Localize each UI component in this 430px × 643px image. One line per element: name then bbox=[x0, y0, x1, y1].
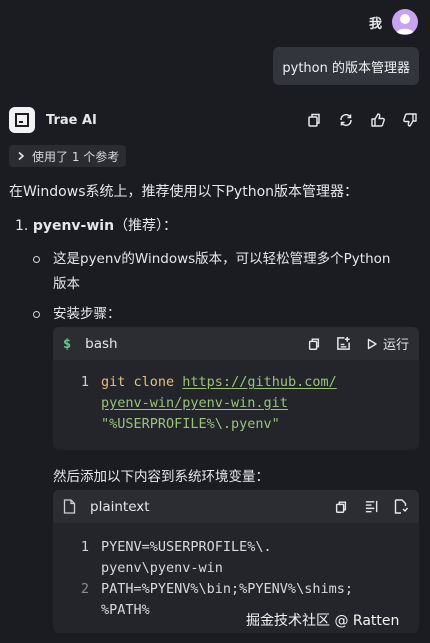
line-number: 1 bbox=[80, 374, 89, 390]
copy-code-icon[interactable] bbox=[333, 499, 349, 515]
references-toggle[interactable]: 使用了 1 个参考 bbox=[9, 145, 127, 167]
code-tools: 运行 bbox=[306, 334, 409, 353]
code-language: plaintext bbox=[90, 498, 150, 515]
regenerate-icon[interactable] bbox=[337, 111, 355, 129]
trae-logo-icon bbox=[9, 107, 35, 133]
code-block-header: plaintext bbox=[53, 490, 419, 523]
user-message-text: python 的版本管理器 bbox=[282, 60, 410, 76]
thumbs-up-icon[interactable] bbox=[369, 111, 387, 129]
item-suffix: （推荐）： bbox=[114, 218, 178, 234]
references-label: 使用了 1 个参考 bbox=[32, 149, 120, 164]
code-line-wrap: pyenv-win/pyenv-win.git bbox=[53, 393, 419, 414]
user-message-bubble: python 的版本管理器 bbox=[273, 47, 419, 85]
code-url[interactable]: https://github.com/ bbox=[182, 374, 336, 390]
copy-icon[interactable] bbox=[305, 111, 323, 129]
bullet-1-text: 这是pyenv的Windows版本，可以轻松管理多个Python 版本 bbox=[53, 247, 413, 297]
user-name: 我 bbox=[368, 16, 382, 32]
code-line-wrap: pyenv\pyenv-win bbox=[53, 558, 419, 579]
copy-code-icon[interactable] bbox=[306, 336, 322, 352]
user-header: 我 bbox=[369, 9, 418, 35]
code-text: pyenv\pyenv-win bbox=[101, 560, 223, 576]
insert-code-icon[interactable] bbox=[336, 336, 352, 352]
code-language: bash bbox=[85, 335, 118, 352]
assistant-header: Trae AI bbox=[9, 106, 419, 134]
chevron-right-icon bbox=[18, 151, 25, 161]
assistant-actions bbox=[305, 111, 419, 129]
apply-file-icon[interactable] bbox=[393, 499, 409, 515]
intro-text: 在Windows系统上，推荐使用以下Python版本管理器： bbox=[9, 184, 359, 200]
file-icon bbox=[63, 499, 76, 514]
bullet-2-text: 安装步骤： bbox=[53, 306, 121, 322]
list-number: 1. bbox=[15, 218, 29, 234]
line-number: 2 bbox=[80, 581, 89, 597]
code-line: 2 PATH=%PYENV%\bin;%PYENV%\shims; bbox=[53, 579, 419, 600]
user-avatar[interactable] bbox=[392, 9, 418, 35]
code-content: 1 git clone https://github.com/ pyenv-wi… bbox=[53, 360, 419, 435]
code-text: %PATH% bbox=[101, 602, 150, 618]
code-argument: "%USERPROFILE%\.pyenv" bbox=[101, 416, 280, 432]
insert-at-cursor-icon[interactable] bbox=[363, 499, 379, 515]
bullet-1-line-1: 这是pyenv的Windows版本，可以轻松管理多个Python bbox=[53, 251, 391, 267]
code-line: 1 git clone https://github.com/ bbox=[53, 372, 419, 393]
assistant-name: Trae AI bbox=[46, 112, 97, 128]
code-content: 1 PYENV=%USERPROFILE%\. pyenv\pyenv-win … bbox=[53, 523, 419, 621]
code-tools bbox=[333, 499, 409, 515]
env-var-instruction: 然后添加以下内容到系统环境变量： bbox=[53, 469, 269, 485]
avatar-person-icon bbox=[396, 14, 414, 34]
list-item-1: 1. pyenv-win（推荐）： bbox=[15, 216, 177, 236]
line-number: 1 bbox=[80, 539, 89, 555]
bullet-marker bbox=[33, 256, 40, 263]
code-text: PATH=%PYENV%\bin;%PYENV%\shims; bbox=[101, 581, 353, 597]
watermark: 掘金技术社区 @ Ratten bbox=[246, 613, 400, 629]
code-line-wrap: "%USERPROFILE%\.pyenv" bbox=[53, 414, 419, 435]
run-button[interactable]: 运行 bbox=[366, 334, 409, 353]
item-title: pyenv-win bbox=[32, 218, 115, 234]
play-icon bbox=[367, 338, 377, 349]
code-line: 1 PYENV=%USERPROFILE%\. bbox=[53, 537, 419, 558]
code-text: PYENV=%USERPROFILE%\. bbox=[101, 539, 272, 555]
code-command: git clone bbox=[101, 374, 175, 390]
code-block-header: $ bash 运行 bbox=[53, 327, 419, 360]
bullet-1-line-2: 版本 bbox=[53, 276, 80, 292]
terminal-dollar-icon: $ bbox=[63, 335, 72, 352]
run-label: 运行 bbox=[382, 338, 409, 353]
thumbs-down-icon[interactable] bbox=[401, 111, 419, 129]
code-block-bash: $ bash 运行 1 git clone https://github.com… bbox=[53, 327, 419, 450]
bullet-marker bbox=[33, 311, 40, 318]
code-url-cont[interactable]: pyenv-win/pyenv-win.git bbox=[101, 395, 288, 411]
